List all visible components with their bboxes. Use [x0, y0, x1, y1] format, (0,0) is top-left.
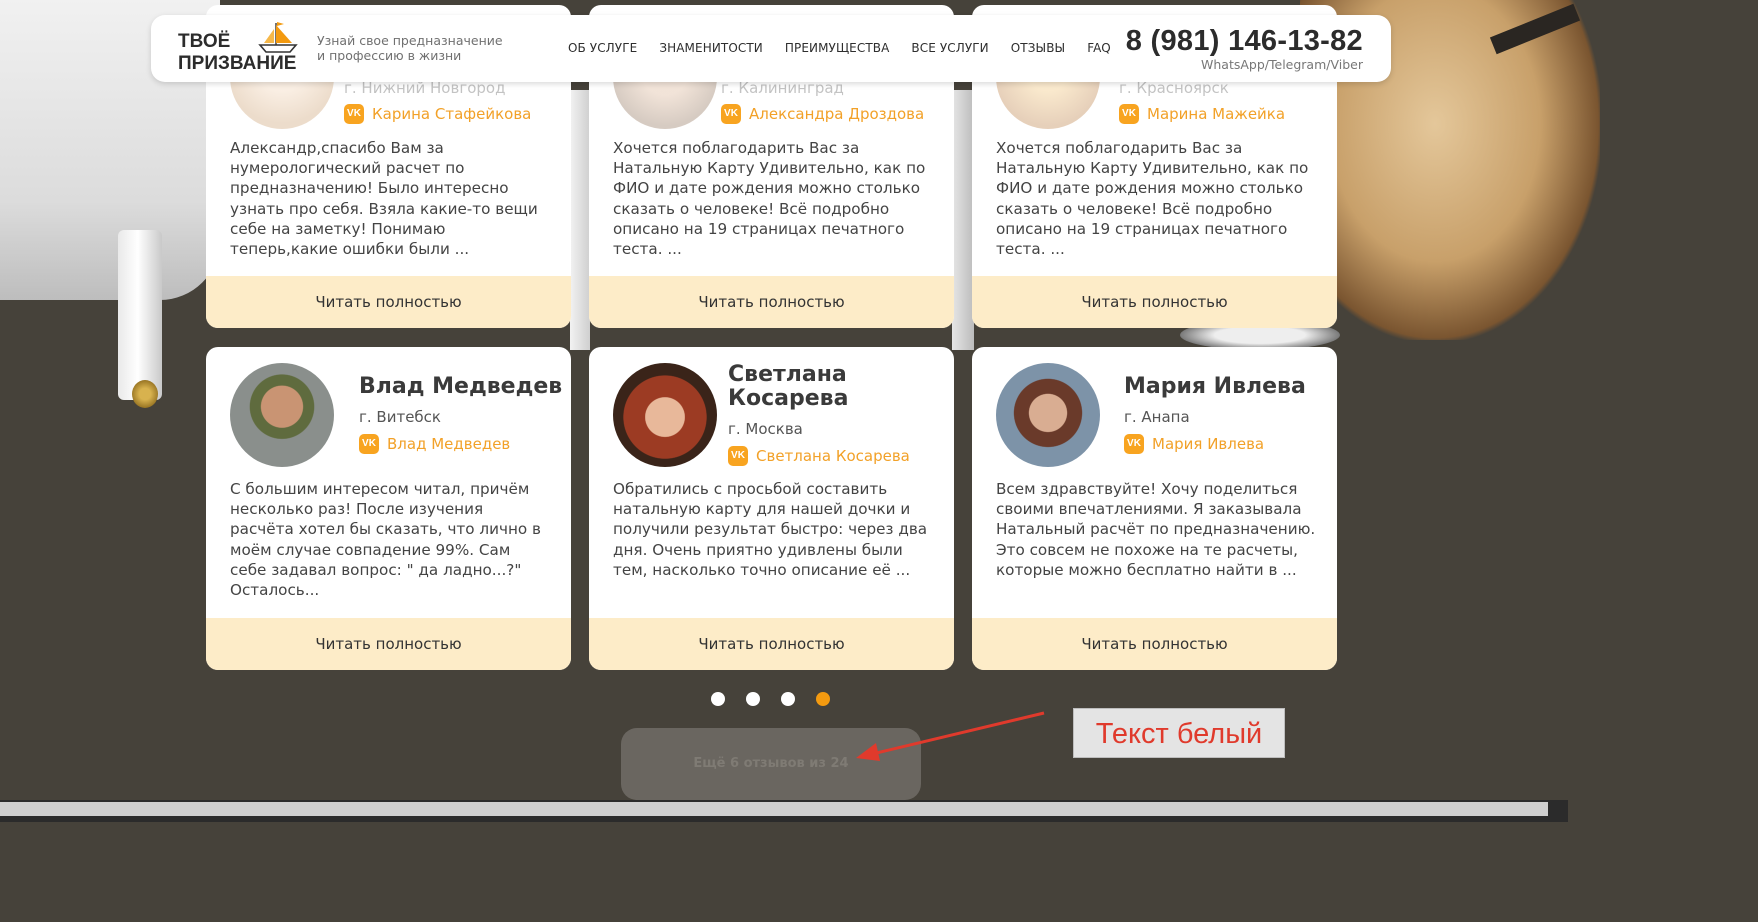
- vk-icon: VK: [721, 104, 741, 124]
- reviewer-vk-link[interactable]: Светлана Косарева: [756, 447, 910, 465]
- reviewer-vk-link[interactable]: Карина Стафейкова: [372, 105, 531, 123]
- nav-faq[interactable]: FAQ: [1087, 41, 1111, 55]
- background-decor: [570, 90, 590, 350]
- tagline-line: и профессию в жизни: [317, 48, 462, 63]
- reviewer-avatar: [613, 363, 717, 467]
- reviewer-avatar: [230, 363, 334, 467]
- review-text: Всем здравствуйте! Хочу поделиться своим…: [996, 480, 1316, 579]
- horizontal-scrollbar[interactable]: [0, 800, 1568, 822]
- background-piano-leg: [118, 230, 162, 400]
- reviewer-name: Влад Медведев: [359, 374, 563, 399]
- review-text: Обратились с просьбой составить натальну…: [613, 480, 928, 579]
- reviewer-vk-link[interactable]: Александра Дроздова: [749, 105, 924, 123]
- reviewer-avatar: [996, 363, 1100, 467]
- nav-reviews[interactable]: ОТЗЫВЫ: [1011, 41, 1065, 55]
- reviewer-vk[interactable]: VK Марина Мажейка: [1119, 104, 1285, 124]
- review-card: Мария Ивлева г. Анапа VK Мария Ивлева Вс…: [972, 347, 1337, 670]
- read-more-button[interactable]: Читать полностью: [972, 618, 1337, 670]
- site-header: ТВОЁ ПРИЗВАНИЕ Узнай свое предназначение…: [151, 15, 1391, 82]
- nav-about[interactable]: ОБ УСЛУГЕ: [568, 41, 637, 55]
- messengers-label: WhatsApp/Telegram/Viber: [1201, 57, 1363, 72]
- pagination-dot[interactable]: [781, 692, 795, 706]
- reviewer-vk[interactable]: VK Светлана Косарева: [728, 446, 910, 466]
- site-logo[interactable]: ТВОЁ ПРИЗВАНИЕ: [178, 22, 308, 74]
- background-decor: [952, 90, 974, 350]
- read-more-button[interactable]: Читать полностью: [972, 276, 1337, 328]
- tagline-line: Узнай свое предназначение: [317, 33, 503, 48]
- vk-icon: VK: [359, 434, 379, 454]
- reviewer-vk-link[interactable]: Влад Медведев: [387, 435, 510, 453]
- contact-phone[interactable]: 8 (981) 146-13-82 WhatsApp/Telegram/Vibe…: [1126, 24, 1363, 72]
- reviewer-name: Светлана Косарева: [728, 363, 848, 411]
- reviewer-city: г. Анапа: [1124, 408, 1190, 426]
- background-piano-wheel: [132, 380, 158, 408]
- phone-number[interactable]: 8 (981) 146-13-82: [1126, 24, 1363, 58]
- read-more-button[interactable]: Читать полностью: [206, 618, 571, 670]
- reviewer-vk[interactable]: VK Карина Стафейкова: [344, 104, 531, 124]
- review-text: Хочется поблагодарить Вас за Натальную К…: [996, 139, 1309, 259]
- vk-icon: VK: [728, 446, 748, 466]
- review-card: Влад Медведев г. Витебск VK Влад Медведе…: [206, 347, 571, 670]
- review-text: С большим интересом читал, причём нескол…: [230, 480, 541, 600]
- main-nav: ОБ УСЛУГЕ ЗНАМЕНИТОСТИ ПРЕИМУЩЕСТВА ВСЕ …: [568, 41, 1133, 55]
- logo-line: ПРИЗВАНИЕ: [178, 53, 297, 74]
- nav-celebrities[interactable]: ЗНАМЕНИТОСТИ: [659, 41, 763, 55]
- review-text: Хочется поблагодарить Вас за Натальную К…: [613, 139, 926, 259]
- reviewer-name: Мария Ивлева: [1124, 374, 1306, 399]
- vk-icon: VK: [344, 104, 364, 124]
- reviewer-city: г. Москва: [728, 420, 803, 438]
- nav-all-services[interactable]: ВСЕ УСЛУГИ: [911, 41, 988, 55]
- reviewer-vk[interactable]: VK Александра Дроздова: [721, 104, 924, 124]
- read-more-button[interactable]: Читать полностью: [206, 276, 571, 328]
- vk-icon: VK: [1124, 434, 1144, 454]
- reviewer-vk-link[interactable]: Мария Ивлева: [1152, 435, 1264, 453]
- boat-icon: [258, 22, 298, 53]
- pagination-dot-active[interactable]: [816, 692, 830, 706]
- read-more-button[interactable]: Читать полностью: [589, 276, 954, 328]
- reviewer-vk[interactable]: VK Влад Медведев: [359, 434, 510, 454]
- reviewer-vk[interactable]: VK Мария Ивлева: [1124, 434, 1264, 454]
- reviewer-vk-link[interactable]: Марина Мажейка: [1147, 105, 1285, 123]
- read-more-button[interactable]: Читать полностью: [589, 618, 954, 670]
- reviewer-city: г. Витебск: [359, 408, 441, 426]
- reviewer-name-line: Светлана: [728, 362, 847, 387]
- site-tagline: Узнай свое предназначение и профессию в …: [317, 33, 537, 63]
- reviewer-name-line: Косарева: [728, 386, 849, 411]
- review-text: Александр,спасибо Вам за нумерологически…: [230, 139, 538, 259]
- annotation-label: Текст белый: [1073, 708, 1285, 758]
- pagination-dot[interactable]: [711, 692, 725, 706]
- review-card: Светлана Косарева г. Москва VK Светлана …: [589, 347, 954, 670]
- nav-advantages[interactable]: ПРЕИМУЩЕСТВА: [785, 41, 890, 55]
- annotation-arrow-icon: [856, 711, 1045, 761]
- slider-pagination: [711, 692, 830, 706]
- pagination-dot[interactable]: [746, 692, 760, 706]
- vk-icon: VK: [1119, 104, 1139, 124]
